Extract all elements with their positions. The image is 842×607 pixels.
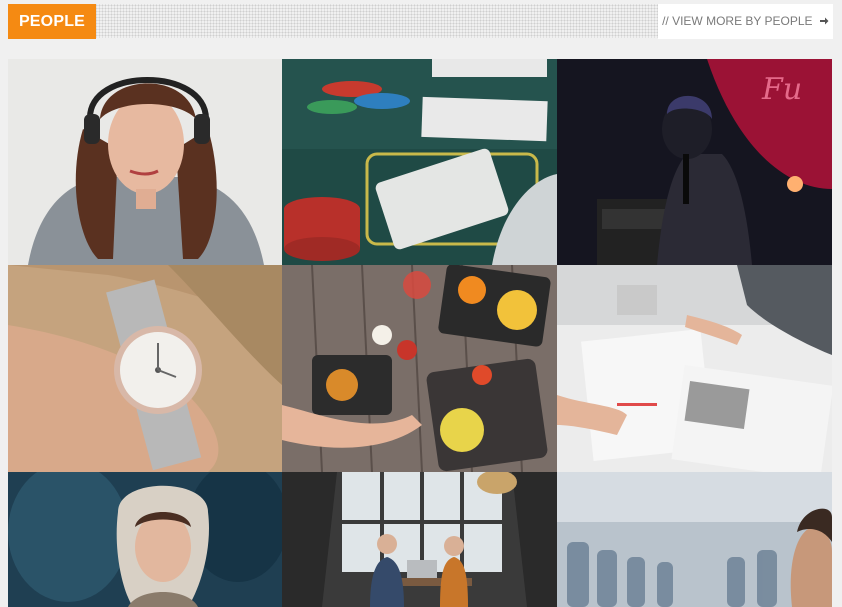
section-title: PEOPLE xyxy=(8,4,96,39)
photo-tile-watch[interactable] xyxy=(8,265,282,472)
fur-hood-image xyxy=(8,472,282,607)
photo-tile-meeting[interactable] xyxy=(282,472,557,607)
view-more-label: // VIEW MORE BY PEOPLE xyxy=(662,14,813,28)
photo-grid: Fu xyxy=(8,59,832,607)
photo-tile-airplane[interactable] xyxy=(557,472,832,607)
photo-tile-singer[interactable]: Fu xyxy=(557,59,832,265)
poker-image xyxy=(282,59,557,265)
food-image xyxy=(282,265,557,472)
woman-headphones-image xyxy=(8,59,282,265)
photo-tile-food[interactable] xyxy=(282,265,557,472)
meeting-image xyxy=(282,472,557,607)
layouts-image xyxy=(557,265,832,472)
photo-tile-woman-headphones[interactable] xyxy=(8,59,282,265)
svg-text:Fu: Fu xyxy=(761,72,802,107)
photo-tile-fur-hood[interactable] xyxy=(8,472,282,607)
view-more-link[interactable]: // VIEW MORE BY PEOPLE xyxy=(658,4,833,39)
photo-tile-layouts[interactable] xyxy=(557,265,832,472)
photo-tile-poker[interactable] xyxy=(282,59,557,265)
singer-image: Fu xyxy=(557,59,832,265)
watch-image xyxy=(8,265,282,472)
airplane-image xyxy=(557,472,832,607)
arrow-right-icon xyxy=(819,17,829,25)
